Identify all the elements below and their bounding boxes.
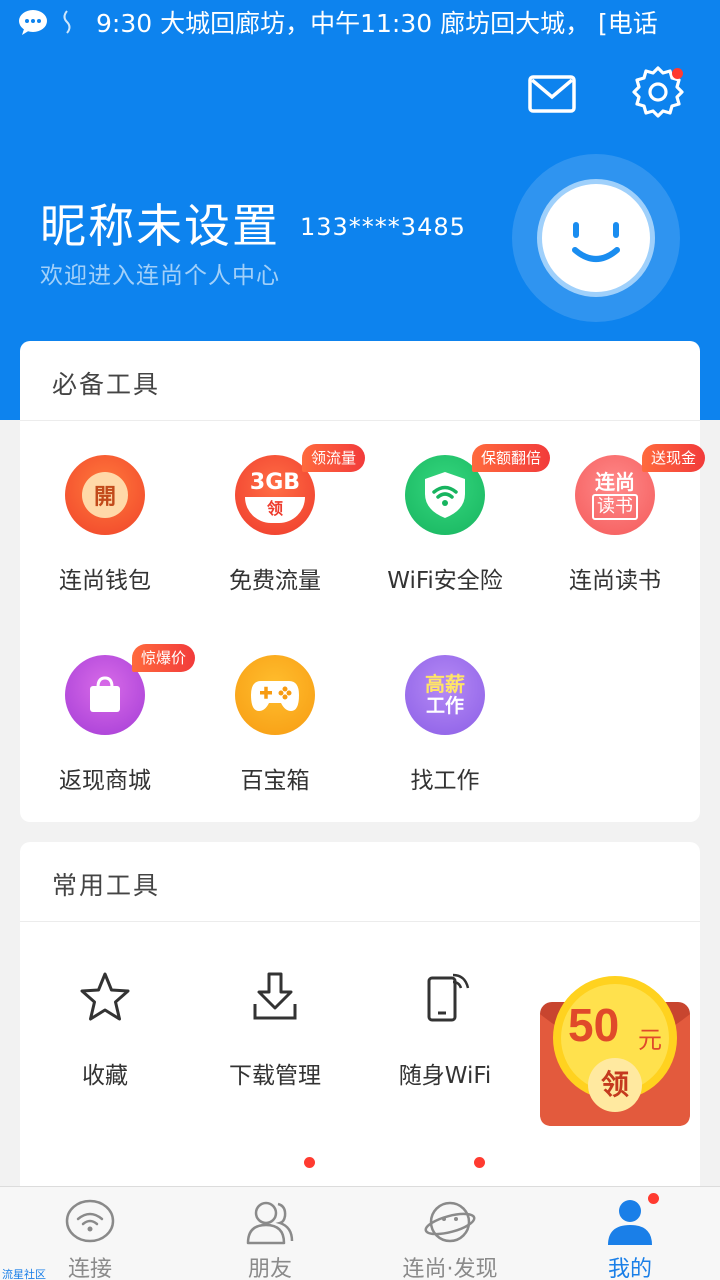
- tab-label: 我的: [607, 1257, 652, 1280]
- job-icon: 高薪 工作: [405, 655, 485, 735]
- notification-dot: [474, 1157, 485, 1168]
- tab-friends[interactable]: 朋友: [180, 1187, 360, 1280]
- nickname[interactable]: 昵称未设置: [40, 190, 280, 256]
- tool-label: 连尚读书: [569, 568, 661, 594]
- tool-wallet[interactable]: 開 连尚钱包: [20, 455, 190, 625]
- message-icon: [19, 10, 47, 35]
- claim-text: 领: [245, 497, 305, 523]
- planet-icon: [424, 1201, 476, 1243]
- tool-favorites[interactable]: 收藏: [20, 970, 190, 1120]
- job-icon-subtext: 工作: [425, 695, 464, 717]
- user-icon: [608, 1200, 652, 1245]
- tool-label: 收藏: [82, 1063, 128, 1089]
- tool-label: 百宝箱: [240, 768, 310, 794]
- tool-wifi-insurance[interactable]: 保额翻倍 WiFi安全险: [360, 444, 551, 625]
- welcome-text: 欢迎进入连尚个人中心: [40, 263, 280, 289]
- job-icon-text: 高薪: [425, 672, 465, 696]
- tool-reading[interactable]: 连尚 读书 送现金 连尚读书: [530, 444, 706, 625]
- tool-find-job[interactable]: 高薪 工作 找工作: [360, 655, 530, 825]
- friends-icon: [246, 1201, 294, 1245]
- reading-icon-text: 连尚: [595, 469, 635, 494]
- tab-mine[interactable]: 我的: [540, 1187, 720, 1280]
- section-title: 必备工具: [52, 370, 161, 399]
- badge: 送现金: [642, 444, 706, 472]
- settings-notification-dot: [672, 68, 683, 79]
- badge: 领流量: [302, 444, 366, 472]
- tool-portable-wifi[interactable]: 随身WiFi: [360, 970, 530, 1120]
- bottom-tab-bar: 连接 朋友 连尚·发现 我的: [0, 1186, 720, 1280]
- section-title: 常用工具: [52, 871, 161, 900]
- download-icon: [253, 972, 297, 1020]
- shield-icon: [425, 472, 465, 518]
- status-bar: 9:30 大城回廊坊，中午11:30 廊坊回大城， [电话: [0, 0, 720, 44]
- wifi-icon: [65, 1199, 115, 1243]
- tool-label: 随身WiFi: [398, 1063, 492, 1089]
- tool-label: 找工作: [410, 768, 480, 794]
- tab-discover[interactable]: 连尚·发现: [360, 1187, 540, 1280]
- notification-dot: [304, 1157, 315, 1168]
- essential-tools-card: 必备工具 開 连尚钱包 3GB 领 领流量 免费流量 保额翻倍 WiFi安全险: [20, 341, 706, 825]
- phone-wifi-icon: [427, 973, 470, 1022]
- tool-download-manager[interactable]: 下载管理: [190, 970, 360, 1120]
- tool-treasure-box[interactable]: 百宝箱: [190, 655, 360, 825]
- watermark: 流星社区: [2, 1268, 46, 1280]
- red-packet-unit: 元: [638, 1026, 662, 1054]
- tool-label: 下载管理: [229, 1063, 321, 1089]
- smiley-icon: [572, 222, 620, 262]
- red-packet-amount: 50: [568, 999, 620, 1051]
- notification-ticker: 9:30 大城回廊坊，中午11:30 廊坊回大城， [电话: [96, 9, 658, 38]
- divider: [20, 420, 700, 421]
- star-icon: [80, 972, 130, 1021]
- mail-button[interactable]: [526, 68, 578, 120]
- red-packet-float[interactable]: 50 元 领: [540, 976, 690, 1126]
- mail-icon: [528, 75, 576, 113]
- gamepad-icon: [235, 655, 315, 735]
- tool-free-data[interactable]: 3GB 领 领流量 免费流量: [190, 444, 366, 625]
- tab-label: 连尚·发现: [402, 1257, 498, 1280]
- tool-cashback-mall[interactable]: 惊爆价 返现商城: [20, 644, 196, 825]
- reading-icon-subtext: 读书: [592, 493, 638, 520]
- wallet-icon: 開: [65, 455, 145, 535]
- tool-label: 连尚钱包: [59, 568, 151, 594]
- red-packet-claim: 领: [588, 1058, 642, 1112]
- tool-label: 返现商城: [59, 768, 151, 794]
- divider: [20, 921, 700, 922]
- tab-label: 朋友: [247, 1257, 292, 1280]
- data-amount-text: 3GB: [249, 470, 301, 495]
- notification-icon: [63, 10, 71, 34]
- avatar[interactable]: [537, 179, 655, 297]
- badge: 惊爆价: [132, 644, 196, 672]
- bag-icon: [90, 676, 120, 712]
- tool-label: WiFi安全险: [387, 568, 503, 594]
- phone-number: 133****3485: [300, 213, 466, 241]
- tool-label: 免费流量: [229, 568, 321, 594]
- settings-button[interactable]: [632, 66, 684, 118]
- wallet-coin: 開: [82, 472, 128, 518]
- notification-dot: [648, 1193, 659, 1204]
- controller-icon: [251, 681, 299, 711]
